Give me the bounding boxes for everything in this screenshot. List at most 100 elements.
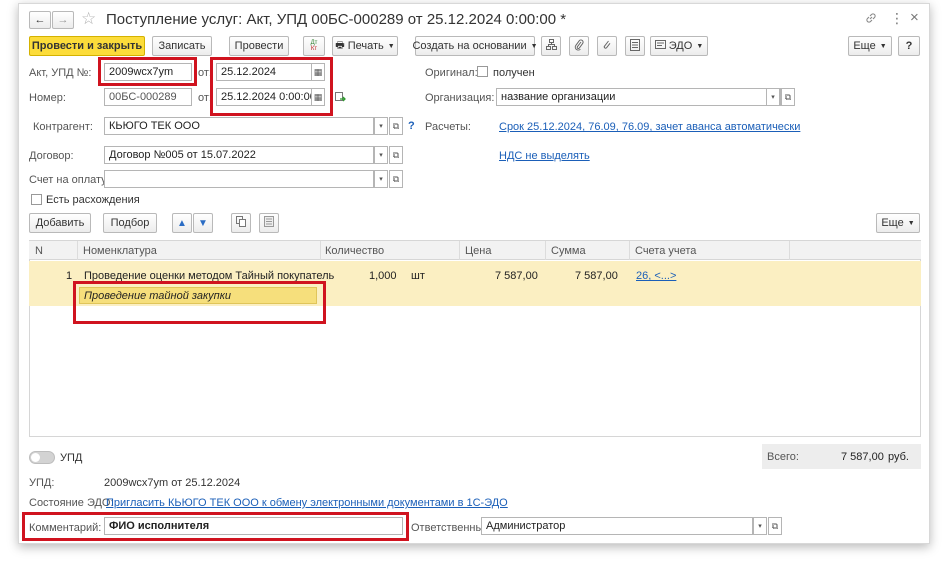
attach-button[interactable] xyxy=(569,36,589,56)
chevron-down-icon: ▼ xyxy=(530,42,538,50)
act-number-label: Акт, УПД №: xyxy=(29,67,92,79)
more-vertical-icon[interactable]: ⋮ xyxy=(890,10,904,27)
document-window: ← → ☆ Поступление услуг: Акт, УПД 00БС-0… xyxy=(18,3,930,544)
document-list-button[interactable] xyxy=(625,36,645,56)
contractor-dropdown[interactable]: ▾ xyxy=(374,117,388,135)
col-nomenclature[interactable]: Номенклатура xyxy=(83,245,157,257)
window-title: Поступление услуг: Акт, УПД 00БС-000289 … xyxy=(106,11,567,28)
number-label: Номер: xyxy=(29,92,66,104)
move-up-button[interactable]: ▲ xyxy=(172,213,192,233)
link-icon[interactable] xyxy=(865,12,877,27)
invoice-open-button[interactable]: ⧉ xyxy=(389,170,403,188)
green-arrow-icon[interactable] xyxy=(335,92,346,106)
edo-button[interactable]: ЭДО ▼ xyxy=(650,36,708,56)
contract-field[interactable]: Договор №005 от 15.07.2022 xyxy=(104,146,374,164)
open-link-icon: ⧉ xyxy=(771,520,779,531)
upd-value: 2009wcx7ym от 25.12.2024 xyxy=(104,477,241,489)
dt-kt-icon: Дт Кт xyxy=(310,40,318,52)
forward-button[interactable]: → xyxy=(52,11,74,29)
responsible-open-button[interactable]: ⧉ xyxy=(768,517,782,535)
chevron-down-icon: ▼ xyxy=(387,42,395,50)
arrow-up-icon: ▲ xyxy=(177,217,187,229)
paperclip-icon xyxy=(574,39,584,54)
organization-field[interactable]: название организации xyxy=(496,88,781,106)
contractor-field[interactable]: КЬЮГО ТЕК ООО xyxy=(104,117,374,135)
responsible-dropdown[interactable]: ▾ xyxy=(753,517,767,535)
total-label: Всего: xyxy=(767,451,799,463)
organization-label: Организация: xyxy=(425,92,495,104)
more-button[interactable]: Еще ▼ xyxy=(848,36,892,56)
post-and-close-button[interactable]: Провести и закрыть xyxy=(29,36,145,56)
upd-toggle[interactable] xyxy=(29,451,55,464)
help-button[interactable]: ? xyxy=(898,36,920,56)
invoice-dropdown[interactable]: ▾ xyxy=(374,170,388,188)
attach-file-button[interactable] xyxy=(597,36,617,56)
highlight-dates xyxy=(210,57,333,116)
post-button[interactable]: Провести xyxy=(229,36,289,56)
open-link-icon: ⧉ xyxy=(392,120,400,131)
edo-invite-link[interactable]: Пригласить КЬЮГО ТЕК ООО к обмену электр… xyxy=(106,497,508,509)
structure-button[interactable] xyxy=(541,36,561,56)
invoice-label: Счет на оплату: xyxy=(29,174,110,186)
arrow-down-icon: ▼ xyxy=(198,217,208,229)
save-button[interactable]: Записать xyxy=(152,36,212,56)
row-quantity[interactable]: 1,000 xyxy=(369,270,397,282)
upd-label: УПД: xyxy=(29,477,55,489)
arrow-left-icon: ← xyxy=(34,14,46,26)
select-items-button[interactable]: Подбор xyxy=(103,213,157,233)
upd-toggle-label: УПД xyxy=(60,452,83,464)
document-icon xyxy=(264,216,274,230)
table-header: N Номенклатура Количество Цена Сумма Сче… xyxy=(29,240,921,260)
clip-icon xyxy=(602,39,612,54)
edo-state-label: Состояние ЭДО: xyxy=(29,497,114,509)
total-currency: руб. xyxy=(888,451,909,463)
edo-icon xyxy=(654,39,666,53)
number-field[interactable]: 00БС-000289 xyxy=(104,88,192,106)
chevron-down-icon: ▼ xyxy=(907,219,915,227)
back-button[interactable]: ← xyxy=(29,11,51,29)
original-checkbox[interactable] xyxy=(477,66,488,77)
add-row-button[interactable]: Добавить xyxy=(29,213,91,233)
chevron-down-icon: ▼ xyxy=(696,42,704,50)
delete-row-button[interactable] xyxy=(259,213,279,233)
invoice-field[interactable] xyxy=(104,170,374,188)
close-icon[interactable]: × xyxy=(910,9,919,26)
row-sum[interactable]: 7 587,00 xyxy=(575,270,618,282)
table-more-button[interactable]: Еще ▼ xyxy=(876,213,920,233)
contractor-help-icon[interactable]: ? xyxy=(408,120,415,132)
chevron-down-icon: ▼ xyxy=(879,42,887,50)
contract-label: Договор: xyxy=(29,150,74,162)
create-based-button[interactable]: Создать на основании ▼ xyxy=(412,36,538,56)
calculations-link[interactable]: Срок 25.12.2024, 76.09, 76.09, зачет ава… xyxy=(499,121,800,133)
contract-dropdown[interactable]: ▾ xyxy=(374,146,388,164)
row-accounts-link[interactable]: 26, <...> xyxy=(636,270,676,282)
open-link-icon: ⧉ xyxy=(392,149,400,160)
col-quantity[interactable]: Количество xyxy=(325,245,384,257)
total-panel: Всего: 7 587,00 руб. xyxy=(762,444,921,469)
total-value: 7 587,00 xyxy=(841,451,884,463)
discrepancy-checkbox[interactable] xyxy=(31,194,42,205)
contract-open-button[interactable]: ⧉ xyxy=(389,146,403,164)
row-price[interactable]: 7 587,00 xyxy=(495,270,538,282)
row-unit: шт xyxy=(411,270,425,282)
contractor-open-button[interactable]: ⧉ xyxy=(389,117,403,135)
col-price[interactable]: Цена xyxy=(465,245,491,257)
structure-icon xyxy=(545,39,557,53)
favorite-star-icon[interactable]: ☆ xyxy=(81,9,96,29)
highlight-item-sub xyxy=(73,281,326,324)
open-link-icon: ⧉ xyxy=(784,91,792,102)
col-sum[interactable]: Сумма xyxy=(551,245,586,257)
contractor-label: Контрагент: xyxy=(33,121,93,133)
print-button[interactable]: 🖶 Печать ▼ xyxy=(332,36,398,56)
col-accounts[interactable]: Счета учета xyxy=(635,245,696,257)
organization-dropdown[interactable]: ▾ xyxy=(766,88,780,106)
row-number: 1 xyxy=(66,270,73,282)
organization-open-button[interactable]: ⧉ xyxy=(781,88,795,106)
move-down-button[interactable]: ▼ xyxy=(193,213,213,233)
dt-kt-button[interactable]: Дт Кт xyxy=(303,36,325,56)
col-n[interactable]: N xyxy=(35,245,43,257)
responsible-field[interactable]: Администратор xyxy=(481,517,753,535)
list-document-icon xyxy=(630,38,640,54)
copy-row-button[interactable] xyxy=(231,213,251,233)
vat-link[interactable]: НДС не выделять xyxy=(499,150,590,162)
